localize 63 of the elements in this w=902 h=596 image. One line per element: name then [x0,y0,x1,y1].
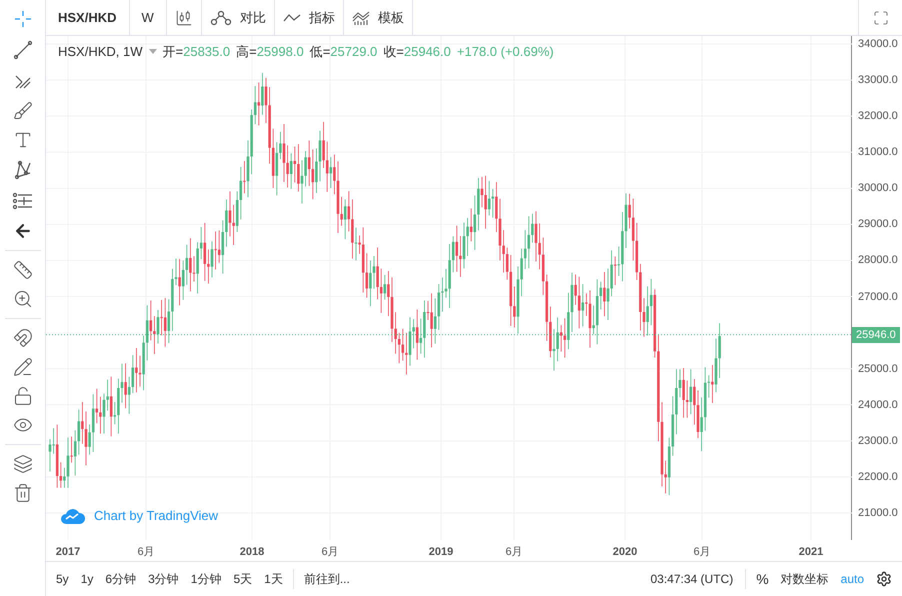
toolbar-button[interactable]: 对比 [202,0,275,35]
cloud-logo-icon [60,506,86,525]
price-tick: 23000.0 [858,434,898,449]
clock-text: 03:47:34 (UTC) [649,571,734,588]
branding-text: Chart by TradingView [94,507,218,525]
ohlc-value: 收=25946.0 [383,43,451,61]
trend-line-icon[interactable] [12,39,34,61]
toolbar-button[interactable]: 模板 [344,0,413,35]
price-tick: 29000.0 [858,217,898,232]
prediction-icon[interactable] [12,190,34,212]
price-tick: 24000.0 [858,398,898,413]
change-value: +178.0 (+0.69%) [456,43,554,61]
price-tick: 33000.0 [858,72,898,88]
time-tick: 6月 [505,545,523,560]
percent-button[interactable]: % [750,568,775,590]
compare-icon [210,10,232,26]
ohlc-value: 开=25835.0 [162,43,230,61]
log-scale-button[interactable]: 对数坐标 [774,570,835,588]
range-button[interactable]: 1y [74,570,100,588]
price-tick: 21000.0 [858,506,898,521]
fullscreen-icon [872,10,888,26]
templates-icon [352,10,370,26]
last-price-label: 25946.0 [852,326,900,343]
time-tick: 6月 [321,545,339,560]
settings-icon [876,571,892,587]
symbol-button[interactable]: HSX/HKD [46,0,130,35]
price-tick: 32000.0 [858,108,898,124]
time-tick: 6月 [137,545,155,560]
price-tick: 31000.0 [858,144,898,160]
time-tick: 2021 [798,545,824,560]
price-tick: 22000.0 [858,470,898,485]
price-tick: 34000.0 [858,36,898,52]
price-tick: 27000.0 [858,289,898,304]
range-button[interactable]: 6分钟 [99,570,142,588]
range-button[interactable]: 1天 [258,570,289,588]
legend-title: HSX/HKD, 1W [58,43,143,61]
time-tick: 6月 [693,545,711,560]
wave-icon [282,12,301,22]
price-tick: 25000.0 [858,361,898,376]
candlestick-icon [174,8,193,26]
ohlc-value: 高=25998.0 [236,43,304,61]
time-tick: 2020 [612,545,638,560]
pencil-icon[interactable] [12,357,32,377]
time-tick: 2018 [240,545,264,560]
goto-button[interactable]: 前往到... [298,570,356,588]
price-tick: 30000.0 [858,181,898,196]
trash-icon[interactable] [12,483,32,503]
zoom-in-icon[interactable] [12,289,32,309]
lock-open-icon[interactable] [12,386,32,406]
layers-icon[interactable] [12,454,32,474]
time-tick: 2019 [428,545,454,560]
toolbar-button[interactable]: 指标 [274,0,344,35]
range-button[interactable]: 5y [50,570,75,588]
range-button[interactable]: 5天 [227,570,258,588]
ohlc-value: 低=25729.0 [310,43,378,61]
brush-icon[interactable] [12,101,32,121]
price-tick: 28000.0 [858,253,898,268]
magnet-icon[interactable] [12,328,32,348]
ruler-icon[interactable] [12,260,32,280]
range-button[interactable]: 1分钟 [184,570,228,588]
interval-button[interactable]: W [130,0,167,35]
time-tick: 2017 [56,545,80,560]
range-button[interactable]: 3分钟 [142,570,185,588]
